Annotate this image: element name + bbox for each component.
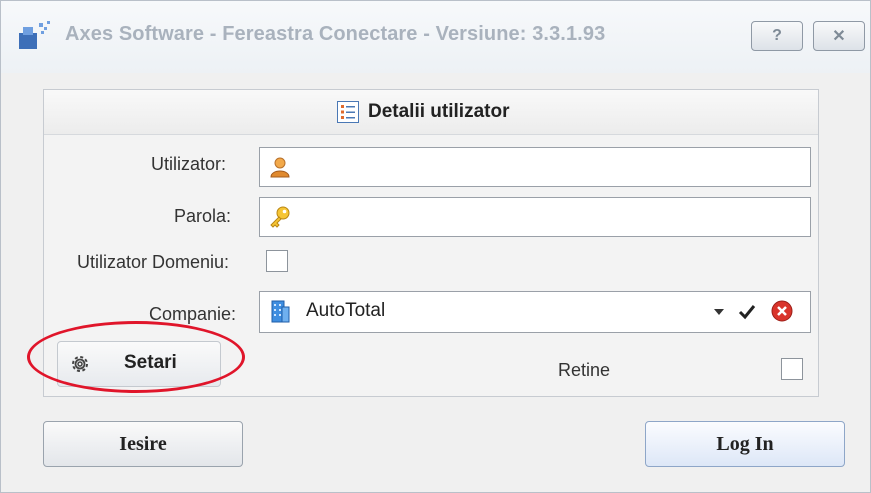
exit-button[interactable]: Iesire (43, 421, 243, 467)
window-title: Axes Software - Fereastra Conectare - Ve… (65, 23, 606, 45)
settings-button[interactable]: Setari (57, 341, 221, 387)
building-icon (271, 300, 290, 323)
settings-label: Setari (124, 352, 177, 373)
company-label: Companie: (149, 304, 237, 324)
key-icon (270, 206, 290, 228)
login-button[interactable]: Log In (645, 421, 845, 467)
retain-label: Retine (558, 360, 611, 380)
retain-checkbox[interactable] (781, 358, 803, 380)
company-value: AutoTotal (306, 300, 386, 321)
login-window: Axes Software - Fereastra Conectare - Ve… (0, 0, 871, 493)
password-label: Parola: (174, 206, 232, 226)
user-label: Utilizator: (151, 154, 227, 174)
clear-icon[interactable] (771, 300, 793, 322)
user-input[interactable] (259, 147, 811, 187)
app-logo-icon (19, 21, 50, 49)
domain-user-checkbox[interactable] (266, 250, 288, 272)
group-header: Detalii utilizator (44, 90, 818, 135)
title-bar[interactable]: Axes Software - Fereastra Conectare - Ve… (1, 1, 870, 73)
user-icon (270, 157, 290, 178)
company-combo[interactable]: AutoTotal (259, 291, 811, 333)
close-button[interactable]: ✕ (813, 21, 865, 51)
dropdown-arrow-icon[interactable] (713, 308, 725, 316)
group-title-text: Detalii utilizator (368, 101, 510, 122)
list-details-icon (337, 101, 359, 123)
group-title: Detalii utilizator (336, 100, 509, 124)
password-input[interactable] (259, 197, 811, 237)
confirm-check-icon[interactable] (737, 302, 757, 322)
gear-icon (72, 356, 88, 372)
domain-user-label: Utilizator Domeniu: (77, 252, 230, 272)
help-button[interactable]: ? (751, 21, 803, 51)
